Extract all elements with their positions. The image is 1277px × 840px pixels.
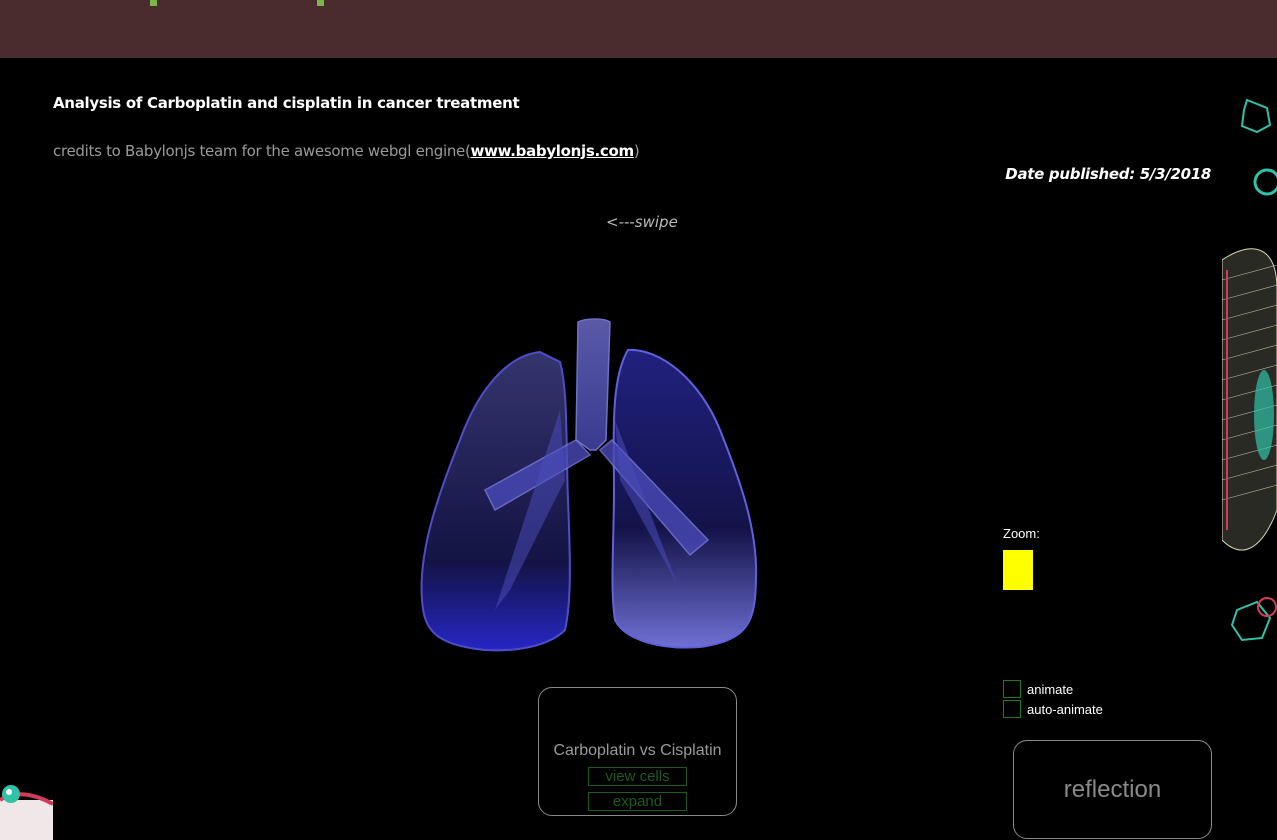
animate-checkbox[interactable] — [1003, 680, 1021, 698]
reflection-button[interactable]: reflection — [1013, 740, 1212, 839]
animate-option[interactable]: animate — [1003, 680, 1073, 698]
auto-animate-label: auto-animate — [1027, 701, 1103, 717]
top-banner — [0, 0, 1277, 58]
lungs-3d-viewer[interactable] — [400, 300, 780, 670]
date-published: Date published: 5/3/2018 — [1005, 165, 1211, 183]
page-title: Analysis of Carboplatin and cisplatin in… — [53, 94, 520, 112]
credits-text: credits to Babylonjs team for the awesom… — [53, 142, 640, 160]
babylonjs-link[interactable]: www.babylonjs.com — [471, 142, 635, 160]
zoom-label: Zoom: — [1003, 526, 1040, 541]
auto-animate-checkbox[interactable] — [1003, 700, 1021, 718]
page: Analysis of Carboplatin and cisplatin in… — [0, 0, 1277, 840]
view-cells-button[interactable]: view cells — [588, 767, 687, 786]
banner-tick-icon — [317, 0, 324, 6]
auto-animate-option[interactable]: auto-animate — [1003, 700, 1103, 718]
expand-button[interactable]: expand — [588, 792, 687, 811]
panel-title: Carboplatin vs Cisplatin — [553, 742, 722, 759]
swipe-hint: <---swipe — [606, 213, 678, 231]
banner-tick-icon — [150, 0, 157, 6]
comparison-panel: Carboplatin vs Cisplatin view cells expa… — [538, 687, 737, 816]
trachea — [575, 318, 611, 451]
molecule-corner-decoration-icon — [0, 785, 53, 840]
animate-label: animate — [1027, 681, 1074, 697]
molecule-decoration-icon — [1222, 98, 1277, 642]
credits-prefix: credits to Babylonjs team for the awesom… — [53, 142, 471, 160]
credits-suffix: ) — [633, 142, 640, 160]
zoom-slider[interactable] — [1003, 550, 1033, 590]
